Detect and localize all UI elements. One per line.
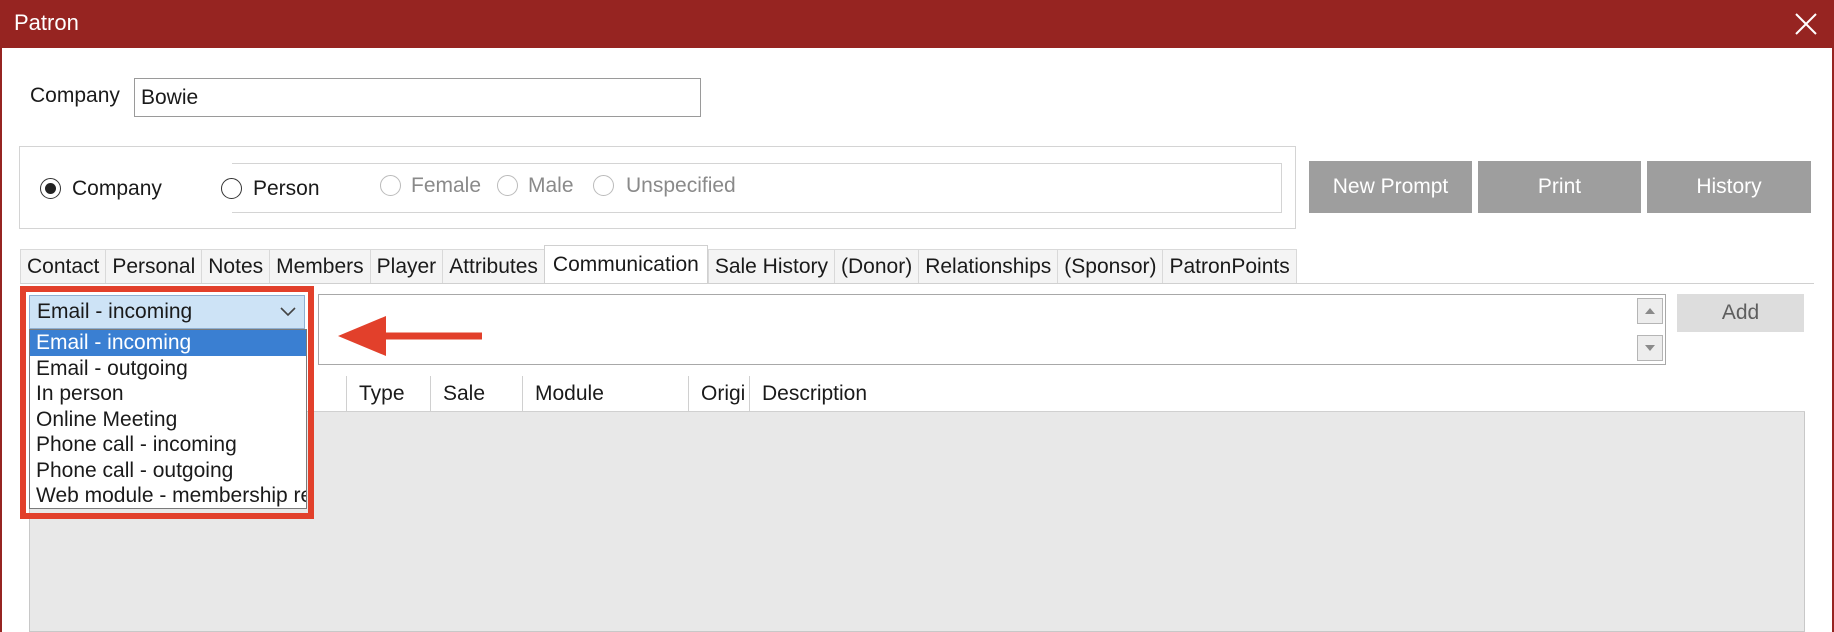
communication-text-area[interactable] [318,294,1666,365]
scroll-down-button[interactable] [1637,335,1663,361]
scroll-up-button[interactable] [1637,298,1663,324]
dropdown-option[interactable]: Phone call - incoming [30,432,306,458]
dropdown-option[interactable]: Online Meeting [30,407,306,433]
tab-personal[interactable]: Personal [105,249,202,283]
new-prompt-button[interactable]: New Prompt [1309,161,1472,213]
communication-type-select[interactable]: Email - incoming [29,295,305,329]
dropdown-option[interactable]: Phone call - outgoing [30,458,306,484]
annotation-arrow-icon [338,316,482,356]
close-icon [1795,13,1817,35]
tab-sponsor[interactable]: (Sponsor) [1057,249,1163,283]
tab-relationships[interactable]: Relationships [918,249,1058,283]
dropdown-option[interactable]: Email - outgoing [30,356,306,382]
tab-notes[interactable]: Notes [201,249,270,283]
tab-donor[interactable]: (Donor) [834,249,919,283]
communication-type-value: Email - incoming [37,300,193,323]
grid-col-type[interactable]: Type [346,376,430,412]
window-border-left [0,48,2,632]
company-radio[interactable] [40,178,61,199]
grid-col-origin[interactable]: Origi [688,376,749,412]
grid-col-sale[interactable]: Sale [430,376,522,412]
close-button[interactable] [1786,4,1826,44]
arrow-up-icon [1645,308,1655,314]
male-radio[interactable] [497,175,518,196]
unspecified-radio-label: Unspecified [626,174,736,197]
dropdown-option[interactable]: In person [30,381,306,407]
female-radio[interactable] [380,175,401,196]
window-title: Patron [14,10,79,35]
tab-communication[interactable]: Communication [543,245,708,283]
tab-patronpoints[interactable]: PatronPoints [1162,249,1297,283]
title-bar [0,0,1834,48]
add-button[interactable]: Add [1677,294,1804,332]
company-input[interactable] [134,78,701,117]
print-button[interactable]: Print [1478,161,1641,213]
person-radio[interactable] [221,178,242,199]
company-label: Company [30,84,120,107]
dropdown-option[interactable]: Web module - membership re [30,483,306,508]
tab-strip: Contact Personal Notes Members Player At… [20,245,1297,283]
communication-type-dropdown: Email - incoming Email - outgoing In per… [29,329,307,509]
unspecified-radio[interactable] [593,175,614,196]
arrow-down-icon [1645,345,1655,351]
chevron-down-icon [280,307,296,317]
female-radio-label: Female [411,174,482,197]
tab-panel-border [20,283,1814,284]
tab-attributes[interactable]: Attributes [442,249,544,283]
tab-contact[interactable]: Contact [20,249,106,283]
tab-members[interactable]: Members [269,249,370,283]
grid-col-module[interactable]: Module [522,376,688,412]
tab-sale-history[interactable]: Sale History [707,249,835,283]
person-radio-label: Person [253,177,320,200]
history-button[interactable]: History [1647,161,1811,213]
grid-col-description[interactable]: Description [749,376,1804,412]
tab-player[interactable]: Player [369,249,443,283]
company-radio-label: Company [72,177,162,200]
dropdown-option[interactable]: Email - incoming [30,330,306,356]
male-radio-label: Male [528,174,574,197]
